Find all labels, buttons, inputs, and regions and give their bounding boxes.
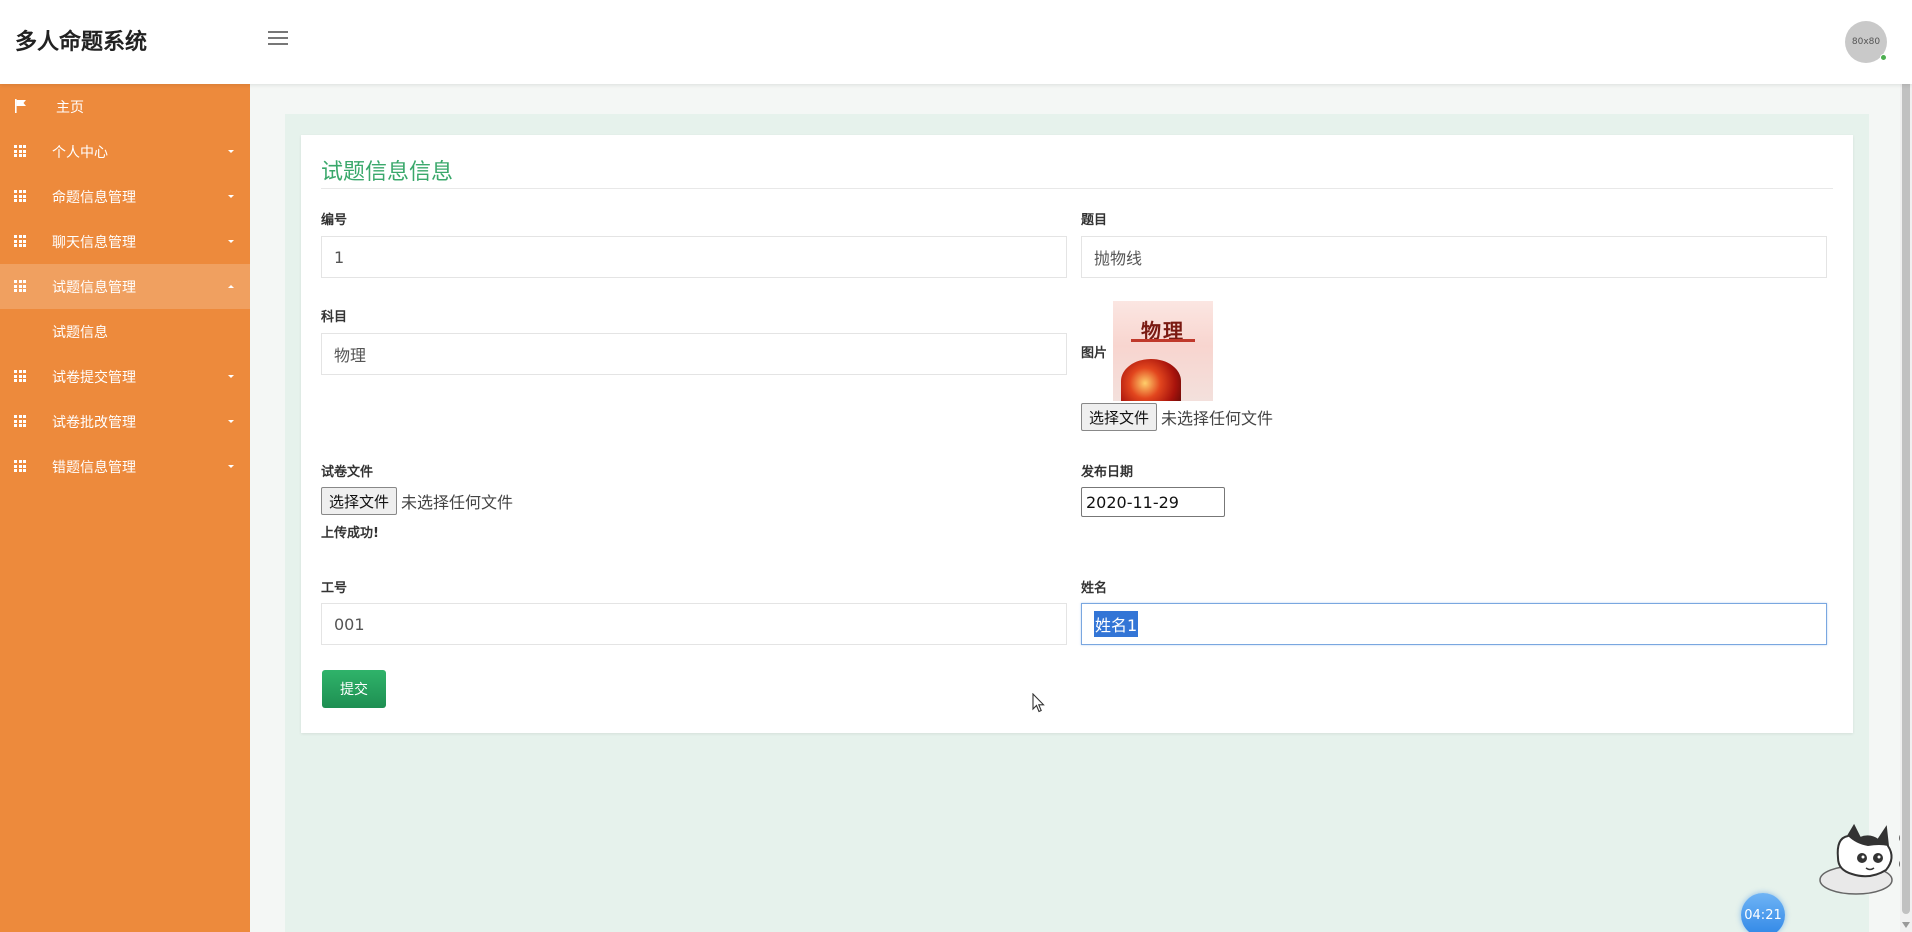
sidebar-item-home[interactable]: 主页 — [0, 84, 250, 129]
sidebar-item-label: 聊天信息管理 — [52, 234, 136, 251]
name-input[interactable]: 姓名1 — [1081, 603, 1827, 645]
sidebar-item-proposition-management[interactable]: 命题信息管理 — [0, 174, 250, 219]
sidebar: 主页 个人中心 命题信息管理 聊天信息管理 试题信息管理 试题信息 试卷提交管理… — [0, 84, 250, 932]
caret-down-icon — [228, 420, 234, 423]
mouse-cursor-icon — [1032, 693, 1045, 713]
grid-icon — [14, 235, 28, 247]
avatar[interactable]: 80x80 — [1845, 21, 1887, 63]
image-file-picker: 选择文件 未选择任何文件 — [1081, 403, 1273, 431]
image-file-status: 未选择任何文件 — [1161, 409, 1274, 428]
upload-success-text: 上传成功! — [321, 526, 379, 541]
publish-date-label: 发布日期 — [1081, 465, 1134, 480]
paper-file-label: 试卷文件 — [321, 465, 374, 480]
name-label: 姓名 — [1081, 581, 1108, 596]
grid-icon — [14, 190, 28, 202]
top-header: 多人命题系统 80x80 — [0, 0, 1912, 84]
staff-id-label: 工号 — [321, 581, 348, 596]
sidebar-item-question-management[interactable]: 试题信息管理 — [0, 264, 250, 309]
caret-down-icon — [228, 195, 234, 198]
caret-down-icon — [228, 150, 234, 153]
book-cover-band — [1131, 339, 1195, 342]
book-cover-image: 物理 — [1113, 301, 1213, 401]
sidebar-subitem-label: 试题信息 — [52, 324, 108, 341]
sidebar-item-label: 错题信息管理 — [52, 459, 136, 476]
sidebar-item-label: 主页 — [56, 99, 84, 116]
page-scrollbar[interactable] — [1900, 0, 1912, 932]
avatar-text: 80x80 — [1851, 37, 1881, 47]
form-card: 试题信息信息 编号 1 题目 抛物线 科目 物理 图片 物理 选择文件 未选择任… — [301, 135, 1853, 733]
flag-icon — [15, 99, 26, 113]
sidebar-item-label: 试题信息管理 — [52, 279, 136, 296]
scroll-down-arrow-icon[interactable] — [1902, 922, 1910, 928]
paper-choose-file-button[interactable]: 选择文件 — [321, 487, 398, 515]
image-choose-file-button[interactable]: 选择文件 — [1081, 403, 1158, 431]
paper-file-status: 未选择任何文件 — [401, 493, 514, 512]
grid-icon — [14, 460, 28, 472]
title-divider — [321, 188, 1833, 189]
subject-value: 物理 — [334, 346, 367, 365]
caret-down-icon — [228, 465, 234, 468]
scrollbar-thumb[interactable] — [1902, 14, 1910, 914]
paper-file-picker: 选择文件 未选择任何文件 — [321, 487, 513, 515]
staff-id-value: 001 — [334, 614, 365, 634]
sidebar-item-label: 命题信息管理 — [52, 189, 136, 206]
caret-down-icon — [228, 240, 234, 243]
app-title: 多人命题系统 — [15, 30, 148, 55]
sidebar-item-paper-grading[interactable]: 试卷批改管理 — [0, 399, 250, 444]
caret-up-icon — [228, 285, 234, 288]
publish-date-input[interactable]: 2020-11-29 — [1081, 487, 1225, 517]
submit-button[interactable]: 提交 — [322, 670, 386, 708]
sidebar-item-chat-management[interactable]: 聊天信息管理 — [0, 219, 250, 264]
grid-icon — [14, 145, 28, 157]
image-label: 图片 — [1081, 346, 1108, 361]
sidebar-item-label: 试卷提交管理 — [52, 369, 136, 386]
sidebar-subitem-question-info[interactable]: 试题信息 — [0, 309, 250, 354]
number-value: 1 — [334, 247, 345, 267]
question-input[interactable]: 抛物线 — [1081, 236, 1827, 278]
sidebar-item-personal-center[interactable]: 个人中心 — [0, 129, 250, 174]
subject-label: 科目 — [321, 310, 348, 325]
grid-icon — [14, 370, 28, 382]
menu-toggle-icon[interactable] — [268, 31, 288, 47]
grid-icon — [14, 280, 28, 292]
form-title: 试题信息信息 — [321, 160, 454, 185]
question-label: 题目 — [1081, 213, 1108, 228]
grid-icon — [14, 415, 28, 427]
timer-badge[interactable]: 04:21 — [1741, 893, 1785, 932]
subject-input[interactable]: 物理 — [321, 333, 1067, 375]
sidebar-item-paper-submission[interactable]: 试卷提交管理 — [0, 354, 250, 399]
name-value-selected: 姓名1 — [1094, 611, 1139, 637]
mascot-cat-icon[interactable] — [1808, 818, 1912, 900]
caret-down-icon — [228, 375, 234, 378]
sidebar-item-label: 试卷批改管理 — [52, 414, 136, 431]
staff-id-input[interactable]: 001 — [321, 603, 1067, 645]
sidebar-item-wrong-question-management[interactable]: 错题信息管理 — [0, 444, 250, 489]
book-cover-sun — [1121, 359, 1181, 401]
number-input[interactable]: 1 — [321, 236, 1067, 278]
question-value: 抛物线 — [1094, 249, 1143, 268]
publish-date-value: 2020-11-29 — [1086, 492, 1179, 512]
number-label: 编号 — [321, 213, 348, 228]
sidebar-item-label: 个人中心 — [52, 144, 108, 161]
online-status-dot — [1880, 54, 1887, 61]
